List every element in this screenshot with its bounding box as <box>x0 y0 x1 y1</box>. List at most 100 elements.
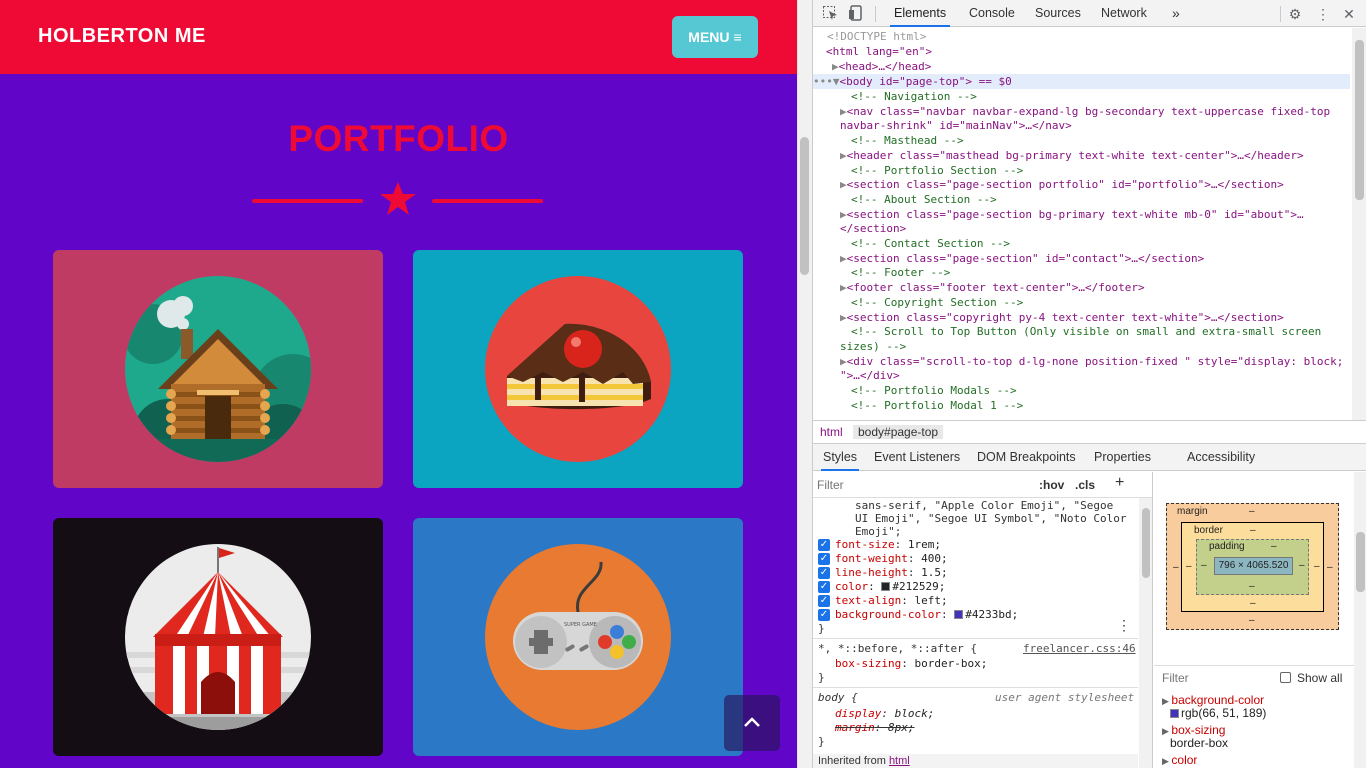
computed-scrollbar-thumb[interactable] <box>1356 532 1365 592</box>
expand-triangle-icon[interactable]: ▶ <box>840 281 847 294</box>
expand-triangle-icon[interactable]: ▶ <box>840 149 847 162</box>
star-icon <box>380 182 416 215</box>
dom-line[interactable]: ▶<header class="masthead bg-primary text… <box>840 148 1366 163</box>
dom-line[interactable]: navbar-shrink" id="mainNav">…</nav> <box>840 118 1366 133</box>
dom-line[interactable]: ▶<footer class="footer text-center">…</f… <box>840 280 1366 295</box>
portfolio-item-cabin[interactable] <box>53 250 383 488</box>
style-declaration[interactable]: font-weight: 400; <box>835 552 948 566</box>
dom-head[interactable]: ▶<head>…</head> <box>832 59 1366 74</box>
property-checkbox[interactable]: ✓ <box>818 539 830 551</box>
dom-doctype[interactable]: <!DOCTYPE html> <box>827 29 1364 44</box>
class-toggle[interactable]: .cls <box>1075 478 1095 492</box>
subtab-accessibility[interactable]: Accessibility <box>1185 444 1257 471</box>
style-rule-more-icon[interactable]: ⋮ <box>1117 618 1131 634</box>
property-checkbox[interactable]: ✓ <box>818 553 830 565</box>
show-all-checkbox[interactable] <box>1280 672 1291 683</box>
dom-line[interactable]: ▶<section class="page-section portfolio"… <box>840 177 1366 192</box>
dom-line[interactable]: <!-- Portfolio Modals --> <box>851 383 1366 398</box>
portfolio-item-cake[interactable] <box>413 250 743 488</box>
computed-scrollbar[interactable] <box>1354 472 1366 768</box>
tab-sources[interactable]: Sources <box>1031 0 1085 27</box>
box-model-border: border – – – – padding – – – – 796 × 406… <box>1181 522 1324 612</box>
close-devtools-icon[interactable]: ✕ <box>1340 5 1358 23</box>
dom-line[interactable]: <!-- Copyright Section --> <box>851 295 1366 310</box>
hover-state-toggle[interactable]: :hov <box>1039 478 1064 492</box>
dom-line[interactable]: <!-- Portfolio Section --> <box>851 163 1366 178</box>
menu-button[interactable]: MENU ≡ <box>672 16 758 58</box>
brand-link[interactable]: HOLBERTON ME <box>38 25 206 48</box>
style-declaration[interactable]: background-color: #4233bd; <box>835 608 1018 622</box>
computed-property[interactable]: ▶ color <box>1162 753 1197 767</box>
color-swatch[interactable] <box>881 582 891 591</box>
settings-gear-icon[interactable]: ⚙ <box>1286 5 1304 23</box>
computed-property[interactable]: ▶ background-color <box>1162 693 1264 707</box>
dom-line[interactable]: <!-- Scroll to Top Button (Only visible … <box>851 324 1366 339</box>
dom-line[interactable]: <!-- Navigation --> <box>851 89 1366 104</box>
freelancer-css-source-link[interactable]: freelancer.css:46 <box>1023 642 1136 656</box>
inspect-element-icon[interactable] <box>821 5 839 23</box>
tab-console[interactable]: Console <box>965 0 1019 27</box>
dom-line[interactable]: <!-- Masthead --> <box>851 133 1366 148</box>
expand-triangle-icon[interactable]: ▶ <box>1162 726 1171 736</box>
dom-line[interactable]: ▶<div class="scroll-to-top d-lg-none pos… <box>840 354 1366 369</box>
dom-line[interactable]: ">…</div> <box>840 368 1366 383</box>
inherited-from-html-link[interactable]: html <box>889 755 910 767</box>
styles-scrollbar-thumb[interactable] <box>1142 508 1150 578</box>
subtab-dom-breakpoints[interactable]: DOM Breakpoints <box>975 444 1078 471</box>
expand-triangle-icon[interactable]: ▶ <box>840 208 847 221</box>
color-swatch[interactable] <box>954 610 964 619</box>
subtab-styles[interactable]: Styles <box>821 444 860 471</box>
dom-html[interactable]: <html lang="en"> <box>826 44 1363 59</box>
box-model-content-size[interactable]: 796 × 4065.520 <box>1214 557 1293 575</box>
box-sizing-declaration[interactable]: box-sizing: border-box; <box>835 657 987 671</box>
more-tabs-button[interactable]: » <box>1168 0 1184 27</box>
expand-triangle-icon[interactable]: ▶ <box>840 252 847 265</box>
expand-triangle-icon[interactable]: ▶ <box>1162 756 1171 766</box>
style-declaration[interactable]: color: #212529; <box>835 580 945 594</box>
styles-filter-input[interactable] <box>817 475 1027 495</box>
subtab-event-listeners[interactable]: Event Listeners <box>872 444 962 471</box>
computed-filter-input[interactable] <box>1162 669 1262 687</box>
expand-triangle-icon[interactable]: ▶ <box>840 178 847 191</box>
elements-scrollbar-thumb[interactable] <box>1355 40 1364 200</box>
style-declaration[interactable]: font-size: 1rem; <box>835 538 941 552</box>
property-checkbox[interactable]: ✓ <box>818 609 830 621</box>
hamburger-icon: ≡ <box>733 29 742 45</box>
dom-line[interactable]: <!-- Portfolio Modal 1 --> <box>851 398 1366 413</box>
tab-elements[interactable]: Elements <box>890 0 951 27</box>
dom-line[interactable]: sizes) --> <box>840 339 1366 354</box>
page-scrollbar-thumb[interactable] <box>800 137 809 275</box>
expand-triangle-icon[interactable]: ▶ <box>1162 696 1171 706</box>
style-declaration[interactable]: line-height: 1.5; <box>835 566 948 580</box>
expand-triangle-icon[interactable]: ▶ <box>840 355 847 368</box>
dom-line[interactable]: <!-- About Section --> <box>851 192 1366 207</box>
device-toolbar-icon[interactable] <box>847 5 865 23</box>
color-swatch[interactable] <box>1170 709 1179 718</box>
property-checkbox[interactable]: ✓ <box>818 581 830 593</box>
dom-line[interactable]: <!-- Footer --> <box>851 265 1366 280</box>
expand-triangle-icon[interactable]: ▶ <box>840 311 847 324</box>
dom-line[interactable]: ▶<section class="copyright py-4 text-cen… <box>840 310 1366 325</box>
add-rule-icon[interactable]: + <box>1115 474 1124 492</box>
breadcrumb-html[interactable]: html <box>815 425 848 439</box>
more-options-icon[interactable]: ⋮ <box>1314 5 1332 23</box>
property-checkbox[interactable]: ✓ <box>818 567 830 579</box>
scroll-to-top-button[interactable] <box>724 695 780 751</box>
tab-network[interactable]: Network <box>1097 0 1151 27</box>
expand-triangle-icon[interactable]: ▶ <box>840 105 847 118</box>
breadcrumb-body[interactable]: body#page-top <box>853 425 944 439</box>
subtab-properties[interactable]: Properties <box>1092 444 1153 471</box>
property-checkbox[interactable]: ✓ <box>818 595 830 607</box>
dom-line[interactable]: <!-- Contact Section --> <box>851 236 1366 251</box>
dom-line[interactable]: </section> <box>840 221 1366 236</box>
border-bottom-value: – <box>1250 598 1256 609</box>
dom-body-selected[interactable]: •••▼<body id="page-top"> == $0 <box>813 74 1350 89</box>
dom-line[interactable]: ▶<section class="page-section bg-primary… <box>840 207 1366 222</box>
computed-property[interactable]: ▶ box-sizing <box>1162 723 1225 737</box>
portfolio-item-circus[interactable] <box>53 518 383 756</box>
dom-line[interactable]: ▶<section class="page-section" id="conta… <box>840 251 1366 266</box>
portfolio-item-game[interactable]: SUPER GAME <box>413 518 743 756</box>
style-declaration[interactable]: text-align: left; <box>835 594 948 608</box>
page-scrollbar-track[interactable] <box>797 0 812 768</box>
dom-line[interactable]: ▶<nav class="navbar navbar-expand-lg bg-… <box>840 104 1366 119</box>
